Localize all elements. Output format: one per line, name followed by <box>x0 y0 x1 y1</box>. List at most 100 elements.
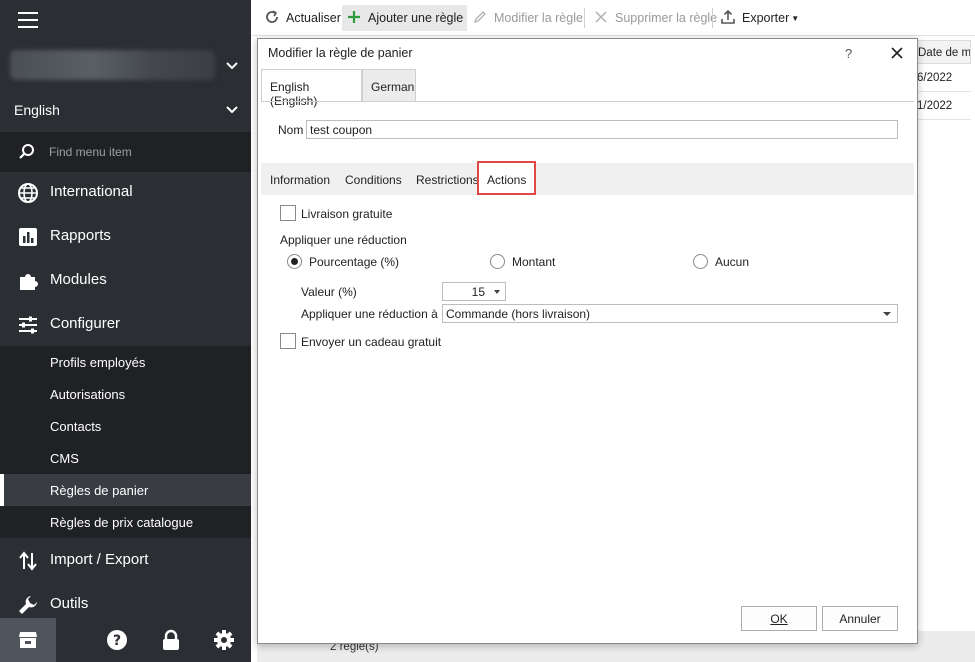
ok-label: OK <box>770 612 788 626</box>
nav-item-label: Rapports <box>50 227 111 244</box>
sub-item-label: Contacts <box>50 419 102 434</box>
sliders-icon <box>17 314 39 336</box>
import-export-icon <box>17 550 39 572</box>
edit-rule-button[interactable]: Modifier la règle <box>468 5 587 31</box>
chevron-down-icon[interactable] <box>225 59 239 73</box>
search-placeholder: Find menu item <box>49 145 132 159</box>
pencil-icon <box>472 9 488 28</box>
none-radio-label: Aucun <box>715 255 750 269</box>
percentage-radio[interactable] <box>287 254 302 269</box>
column-header-date[interactable]: Date de m <box>911 40 971 64</box>
refresh-icon <box>264 9 280 28</box>
name-input[interactable] <box>306 120 898 139</box>
search-icon <box>18 143 36 164</box>
account-selector[interactable] <box>10 50 215 82</box>
bar-chart-icon <box>17 226 39 248</box>
gift-label: Envoyer un cadeau gratuit <box>301 335 442 349</box>
chevron-down-icon[interactable] <box>225 103 239 117</box>
none-radio[interactable] <box>693 254 708 269</box>
svg-text:?: ? <box>113 633 121 649</box>
puzzle-icon <box>17 270 39 292</box>
lock-icon[interactable] <box>160 629 182 654</box>
name-label: Nom <box>278 123 304 137</box>
toolbar-divider <box>712 8 713 28</box>
sub-item-regles-de-panier[interactable]: Règles de panier <box>0 474 251 506</box>
nav-item-rapports[interactable]: Rapports <box>0 215 251 259</box>
ok-button[interactable]: OK <box>741 606 817 631</box>
delete-rule-button[interactable]: Supprimer la règle <box>589 5 721 31</box>
help-icon[interactable]: ? <box>106 629 128 654</box>
wrench-icon <box>17 594 39 616</box>
store-icon <box>17 629 39 654</box>
sub-item-label: Règles de panier <box>50 483 149 498</box>
tab-conditions[interactable]: Conditions <box>345 173 402 187</box>
free-shipping-checkbox[interactable] <box>280 205 296 221</box>
apply-to-select[interactable]: Commande (hors livraison) <box>442 304 898 323</box>
apply-discount-label: Appliquer une réduction <box>280 233 407 247</box>
export-button[interactable]: Exporter ▼ <box>716 5 803 31</box>
sidebar: English Find menu item International Rap… <box>0 0 251 662</box>
language-selector[interactable]: English <box>14 102 60 118</box>
delete-icon <box>593 9 609 28</box>
plus-icon <box>346 9 362 28</box>
nav-item-label: Import / Export <box>50 551 149 568</box>
edit-cart-rule-dialog: Modifier la règle de panier ? English (E… <box>257 38 918 644</box>
delete-rule-label: Supprimer la règle <box>615 11 718 25</box>
store-button[interactable] <box>0 618 56 662</box>
caret-down-icon[interactable] <box>494 290 500 294</box>
export-label: Exporter <box>742 11 790 25</box>
free-shipping-label: Livraison gratuite <box>301 207 393 221</box>
nav-item-label: Modules <box>50 271 107 288</box>
value-stepper[interactable]: 15 <box>442 282 506 301</box>
sub-item-autorisations[interactable]: Autorisations <box>0 378 251 410</box>
sub-item-label: Autorisations <box>50 387 126 402</box>
refresh-button[interactable]: Actualiser <box>260 5 345 31</box>
caret-down-icon: ▼ <box>791 13 800 23</box>
table-cell[interactable]: 6/2022 <box>911 64 971 92</box>
toolbar: Actualiser Ajouter une règle Modifier la… <box>251 0 975 36</box>
amount-radio-label: Montant <box>512 255 556 269</box>
help-button[interactable]: ? <box>845 46 852 61</box>
gear-icon[interactable] <box>213 629 235 654</box>
add-rule-label: Ajouter une règle <box>368 11 464 25</box>
nav-item-label: Configurer <box>50 315 121 332</box>
nav-item-international[interactable]: International <box>0 171 251 215</box>
apply-to-label: Appliquer une réduction à <box>301 307 438 321</box>
value-text: 15 <box>471 285 485 299</box>
amount-radio[interactable] <box>490 254 505 269</box>
configurer-submenu: Profils employés Autorisations Contacts … <box>0 346 251 538</box>
percentage-radio-label: Pourcentage (%) <box>309 255 400 269</box>
tab-german[interactable]: German <box>362 69 416 102</box>
nav-item-modules[interactable]: Modules <box>0 259 251 303</box>
hamburger-menu-icon[interactable] <box>18 12 38 28</box>
nav-item-import-export[interactable]: Import / Export <box>0 539 251 583</box>
dialog-title: Modifier la règle de panier <box>268 46 413 60</box>
sub-item-label: Profils employés <box>50 355 146 370</box>
refresh-label: Actualiser <box>286 11 341 25</box>
gift-checkbox[interactable] <box>280 333 296 349</box>
globe-icon <box>17 182 39 204</box>
sub-item-contacts[interactable]: Contacts <box>0 410 251 442</box>
sidebar-bottom-bar: ? <box>0 618 251 662</box>
tab-information[interactable]: Information <box>270 173 330 187</box>
close-icon[interactable] <box>890 46 904 63</box>
nav-item-configurer[interactable]: Configurer <box>0 303 251 347</box>
tab-actions[interactable]: Actions <box>477 161 537 195</box>
account-name-blurred <box>10 50 215 80</box>
nav-item-label: Outils <box>50 595 89 612</box>
sub-item-cms[interactable]: CMS <box>0 442 251 474</box>
caret-down-icon[interactable] <box>883 312 891 316</box>
tab-english[interactable]: English (English) <box>261 69 362 108</box>
menu-search[interactable]: Find menu item <box>0 132 251 172</box>
value-label: Valeur (%) <box>301 285 357 299</box>
sub-item-profils-employes[interactable]: Profils employés <box>0 346 251 378</box>
add-rule-button[interactable]: Ajouter une règle <box>342 5 468 31</box>
edit-rule-label: Modifier la règle <box>494 11 583 25</box>
sub-item-label: Règles de prix catalogue <box>50 515 194 530</box>
toolbar-divider <box>584 8 585 28</box>
cancel-button[interactable]: Annuler <box>822 606 898 631</box>
table-cell[interactable]: 1/2022 <box>911 92 971 120</box>
sub-item-regles-de-prix-catalogue[interactable]: Règles de prix catalogue <box>0 506 251 538</box>
tab-restrictions[interactable]: Restrictions <box>416 173 479 187</box>
nav-item-label: International <box>50 183 133 200</box>
